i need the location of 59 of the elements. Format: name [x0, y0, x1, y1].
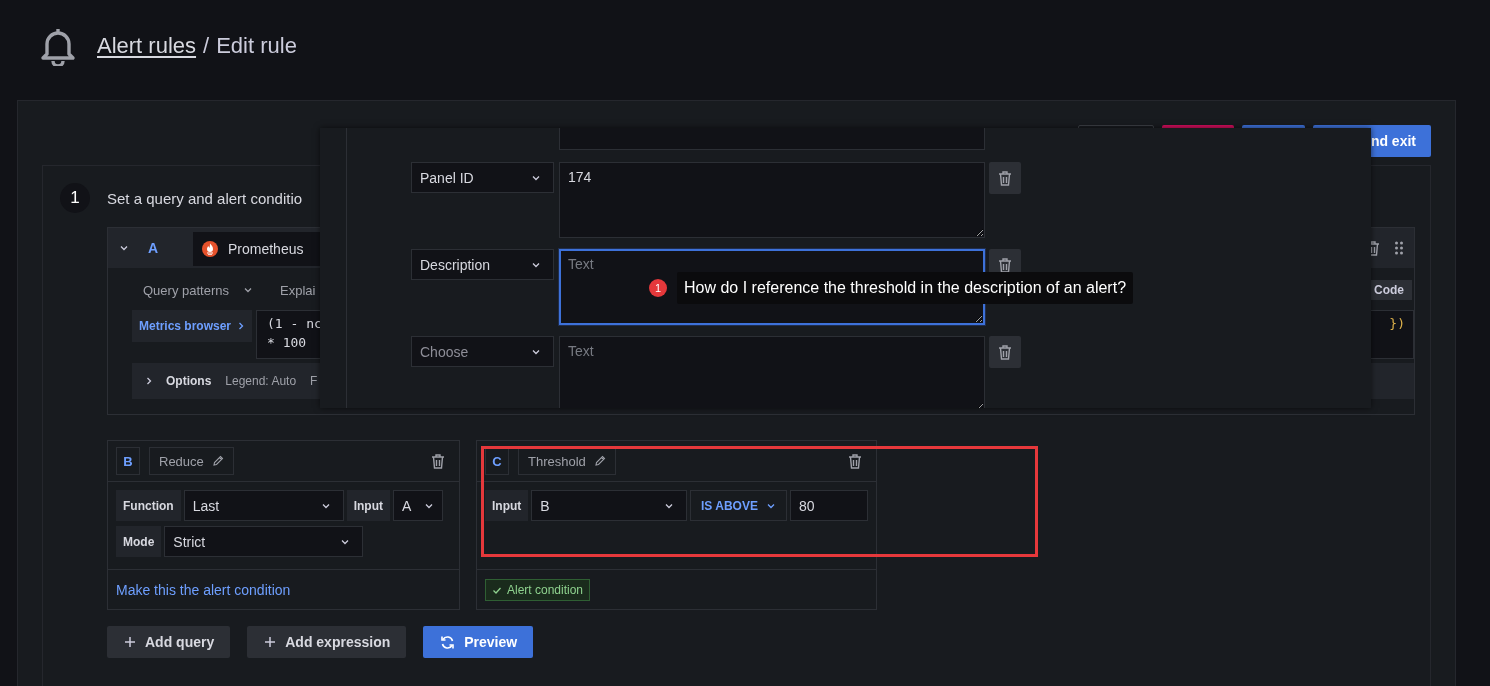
field-label: Input	[346, 490, 390, 521]
plus-icon	[264, 636, 277, 648]
key-select[interactable]: Description	[411, 249, 554, 280]
trash-icon	[998, 344, 1012, 360]
expression-name-button[interactable]: Reduce	[149, 447, 234, 475]
page-title: Edit rule	[216, 33, 297, 59]
make-alert-condition-link[interactable]: Make this the alert condition	[116, 581, 291, 598]
key-select[interactable]: Choose	[411, 336, 554, 367]
code-line: * 100	[267, 335, 308, 352]
operator-select[interactable]: IS ABOVE	[690, 490, 787, 521]
refresh-icon	[440, 634, 456, 650]
expression-ref: C	[485, 447, 509, 475]
select-field[interactable]: B	[531, 490, 688, 521]
add-button[interactable]: Add expression	[247, 626, 407, 658]
metrics-browser-button[interactable]: Metrics browser	[132, 310, 252, 342]
add-button[interactable]: Add query	[107, 626, 231, 658]
expression-name-button[interactable]: Threshold	[518, 447, 616, 475]
breadcrumb-separator: /	[203, 33, 210, 59]
code-line: (1 - nc	[267, 316, 322, 333]
query-ref: A	[148, 240, 160, 256]
trash-icon[interactable]	[431, 453, 445, 469]
breadcrumb-link[interactable]: Alert rules	[97, 33, 197, 59]
explain-toggle[interactable]: Explai	[280, 282, 316, 298]
threshold-input[interactable]: 80	[789, 490, 868, 521]
delete-button[interactable]	[989, 336, 1021, 368]
options-summary: F	[310, 374, 318, 388]
trash-icon	[998, 170, 1012, 186]
chevron-icon	[243, 285, 253, 295]
field-label: Function	[116, 490, 181, 521]
query-patterns-dropdown[interactable]: Query patterns	[132, 282, 253, 298]
key-select[interactable]: Panel ID	[411, 162, 554, 193]
pencil-icon	[593, 455, 606, 467]
expression-ref: B	[116, 447, 140, 475]
bell-icon	[40, 26, 76, 66]
options-label: Options	[166, 374, 212, 388]
drag-handle-icon	[1394, 241, 1404, 255]
select-field[interactable]: Last	[183, 490, 344, 521]
text-area[interactable]: 174	[559, 162, 985, 238]
flame-logo-icon	[202, 241, 218, 257]
step-number: 1	[60, 183, 90, 213]
preview-button[interactable]: Preview	[423, 626, 534, 658]
field-label: Input	[485, 490, 529, 521]
text-area[interactable]: Text	[559, 336, 985, 408]
select-field[interactable]: A	[393, 490, 443, 521]
select-field[interactable]: Strict	[164, 526, 364, 557]
pencil-icon	[211, 455, 224, 467]
chevron-icon[interactable]	[119, 243, 129, 253]
plus-icon	[124, 636, 136, 648]
code-line: })	[1389, 316, 1405, 333]
chevron-icon	[144, 376, 154, 386]
field-label: Mode	[116, 526, 162, 557]
options-summary: Legend: Auto	[225, 374, 297, 388]
step-title: Set a query and alert conditio	[107, 189, 303, 207]
trash-icon	[998, 257, 1012, 273]
alert-condition-badge: Alert condition	[485, 578, 591, 601]
datasource-name: Prometheus	[228, 241, 304, 257]
trash-icon[interactable]	[848, 453, 862, 469]
delete-button[interactable]	[989, 162, 1021, 194]
annotation-tooltip: How do I reference the threshold in the description of an alert?	[677, 272, 1134, 304]
